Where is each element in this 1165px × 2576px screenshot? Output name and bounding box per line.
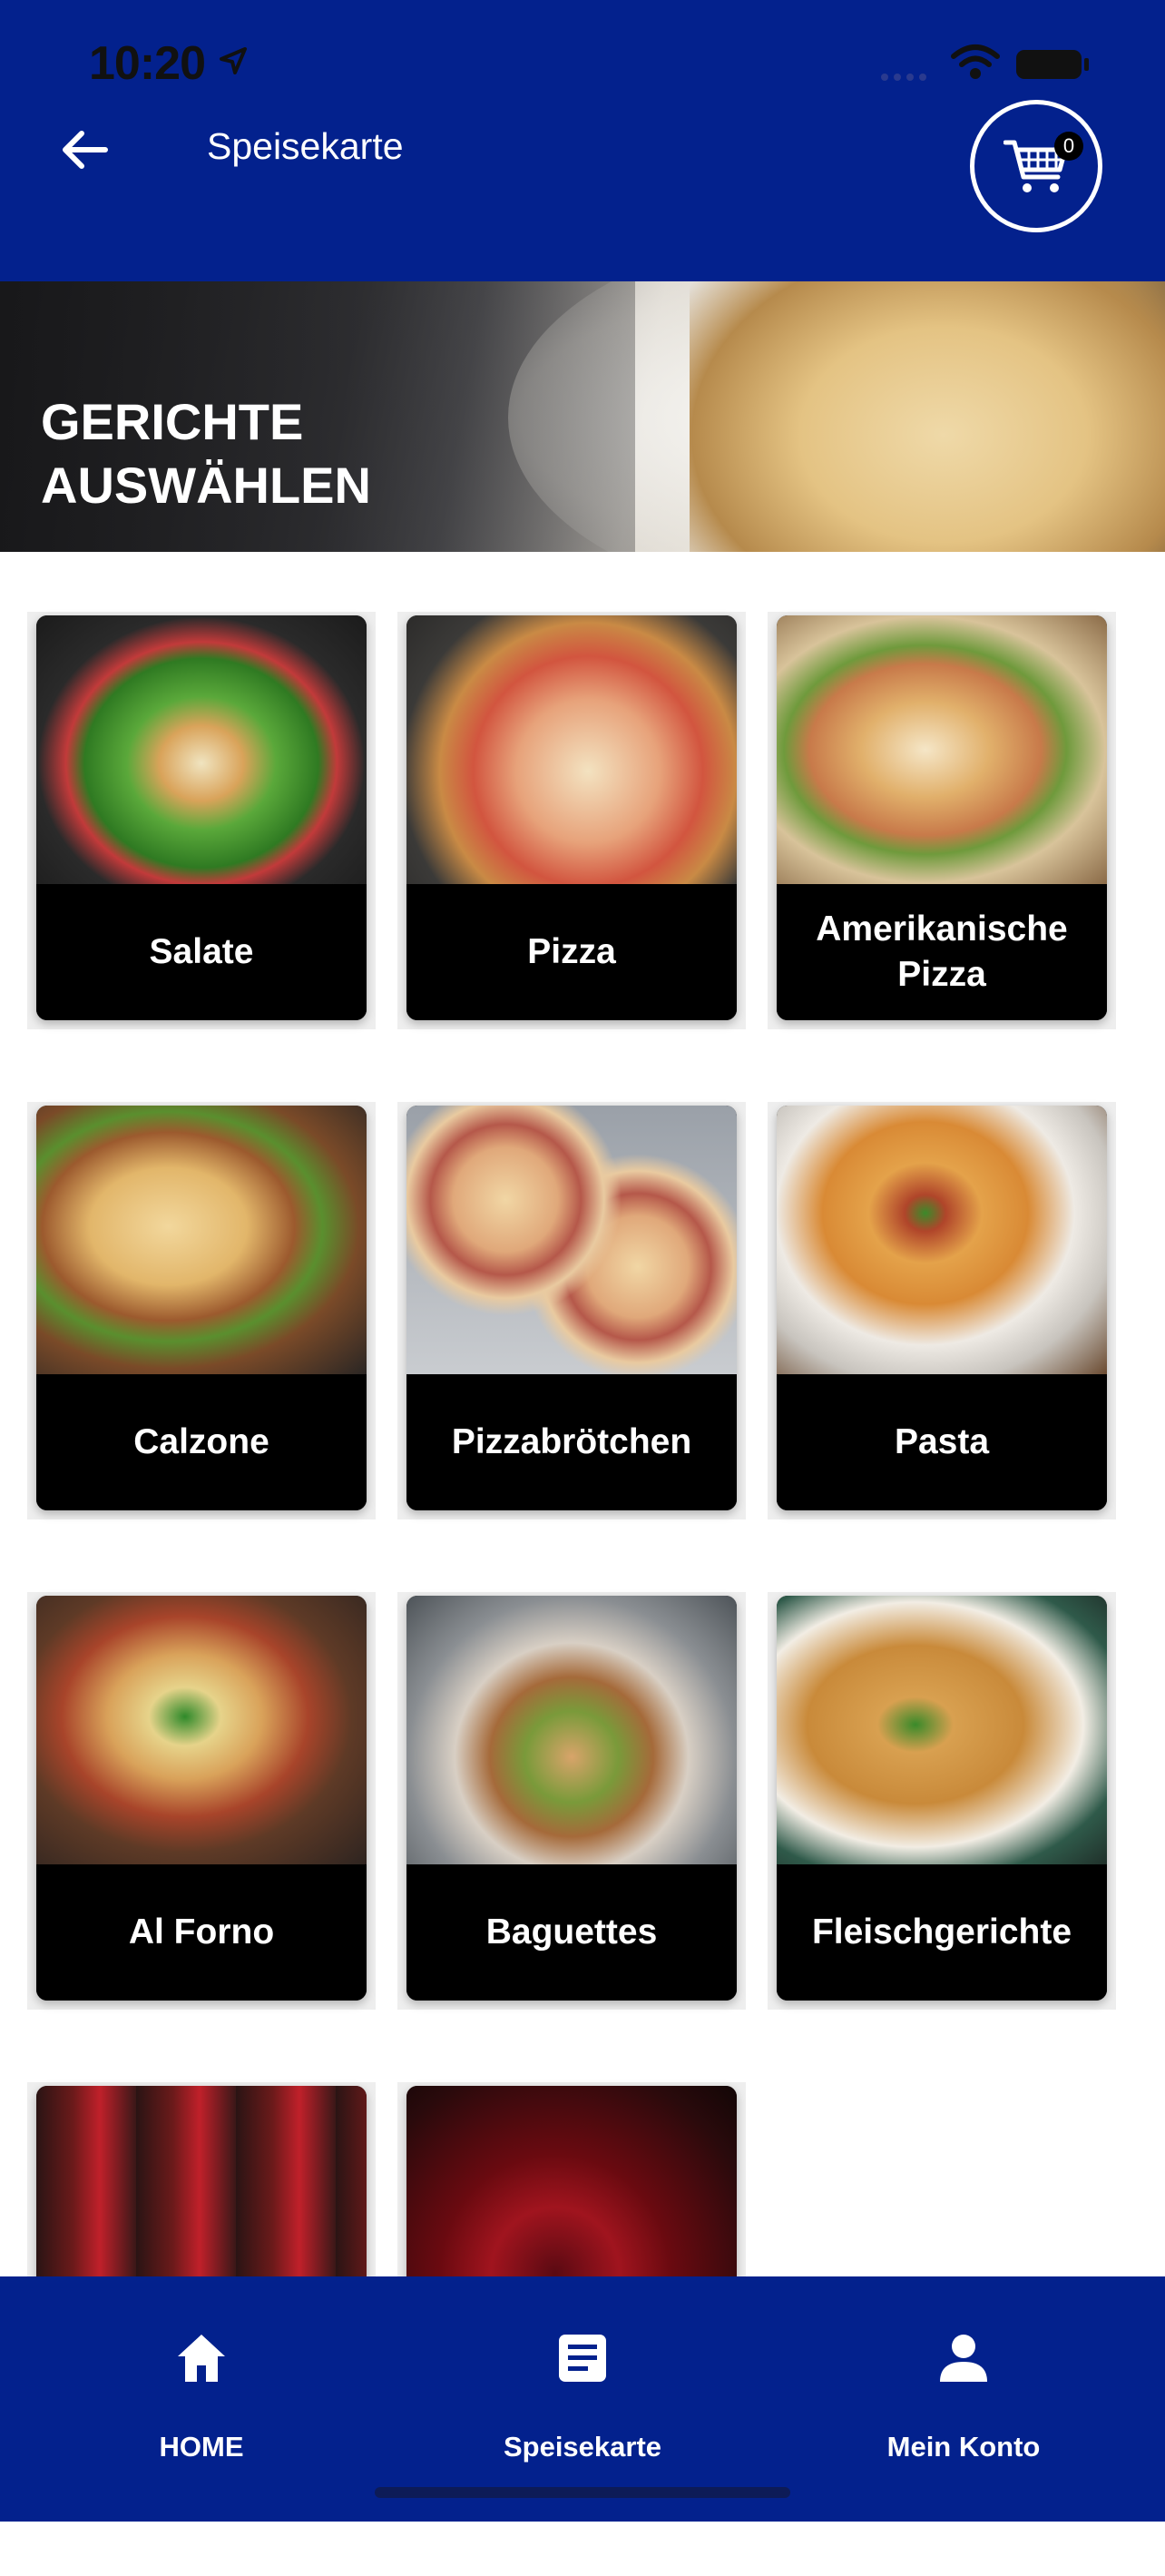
- category-card-baguettes[interactable]: Baguettes: [406, 1596, 737, 2001]
- category-label: Salate: [36, 884, 367, 1020]
- arrow-left-icon: [63, 131, 108, 169]
- baguette-image: [406, 1596, 737, 1864]
- pizza-rolls-image: [406, 1106, 737, 1374]
- home-icon: [178, 2335, 225, 2382]
- category-card-pizzabroetchen[interactable]: Pizzabrötchen: [406, 1106, 737, 1510]
- tab-speisekarte[interactable]: Speisekarte: [388, 2276, 777, 2463]
- schnitzel-image: [777, 1596, 1107, 1864]
- american-pizza-image: [777, 615, 1107, 884]
- menu-list-icon: [559, 2335, 606, 2382]
- wifi-icon: [951, 44, 1000, 79]
- home-indicator[interactable]: [375, 2487, 790, 2498]
- category-label: Pizza: [406, 884, 737, 1020]
- category-label: Pizzabrötchen: [406, 1374, 737, 1510]
- bottom-tab-bar: HOME Speisekarte Mein Konto: [0, 2276, 1165, 2522]
- calzone-image: [36, 1106, 367, 1374]
- category-label: Fleischgerichte: [777, 1864, 1107, 2001]
- category-label: Al Forno: [36, 1864, 367, 2001]
- category-label: Baguettes: [406, 1864, 737, 2001]
- category-card-pasta[interactable]: Pasta: [777, 1106, 1107, 1510]
- category-card-al-forno[interactable]: Al Forno: [36, 1596, 367, 2001]
- category-card-pizza[interactable]: Pizza: [406, 615, 737, 1020]
- pasta-image: [777, 1106, 1107, 1374]
- category-card-amerikanische-pizza[interactable]: Amerikanische Pizza: [777, 615, 1107, 1020]
- tab-mein-konto[interactable]: Mein Konto: [769, 2276, 1158, 2463]
- banner-title: GERICHTE AUSWÄHLEN: [41, 393, 371, 514]
- tab-mein-konto-label: Mein Konto: [886, 2431, 1041, 2463]
- lasagna-image: [36, 1596, 367, 1864]
- app-header: 10:20 Speisekarte 0: [0, 0, 1165, 281]
- cart-button[interactable]: 0: [970, 100, 1102, 232]
- user-icon: [940, 2335, 987, 2382]
- category-label: Amerikanische Pizza: [777, 884, 1107, 1020]
- tab-home[interactable]: HOME: [7, 2276, 396, 2463]
- pizza-image: [406, 615, 737, 884]
- cellular-signal-icon: [881, 74, 926, 81]
- category-card-calzone[interactable]: Calzone: [36, 1106, 367, 1510]
- page-title: Speisekarte: [207, 125, 404, 167]
- category-label: Pasta: [777, 1374, 1107, 1510]
- location-arrow-icon: [220, 47, 247, 74]
- category-card-salate[interactable]: Salate: [36, 615, 367, 1020]
- cart-count-badge: 0: [1054, 132, 1083, 161]
- category-label: Calzone: [36, 1374, 367, 1510]
- banner-pasta-image: [690, 281, 1165, 552]
- category-card-fleischgerichte[interactable]: Fleischgerichte: [777, 1596, 1107, 2001]
- tab-speisekarte-label: Speisekarte: [503, 2431, 662, 2463]
- tab-home-label: HOME: [159, 2431, 244, 2463]
- back-button[interactable]: [56, 123, 120, 177]
- salad-image: [36, 615, 367, 884]
- battery-icon: [1016, 50, 1089, 79]
- status-time: 10:20: [89, 37, 206, 90]
- category-banner: GERICHTE AUSWÄHLEN: [0, 281, 1165, 552]
